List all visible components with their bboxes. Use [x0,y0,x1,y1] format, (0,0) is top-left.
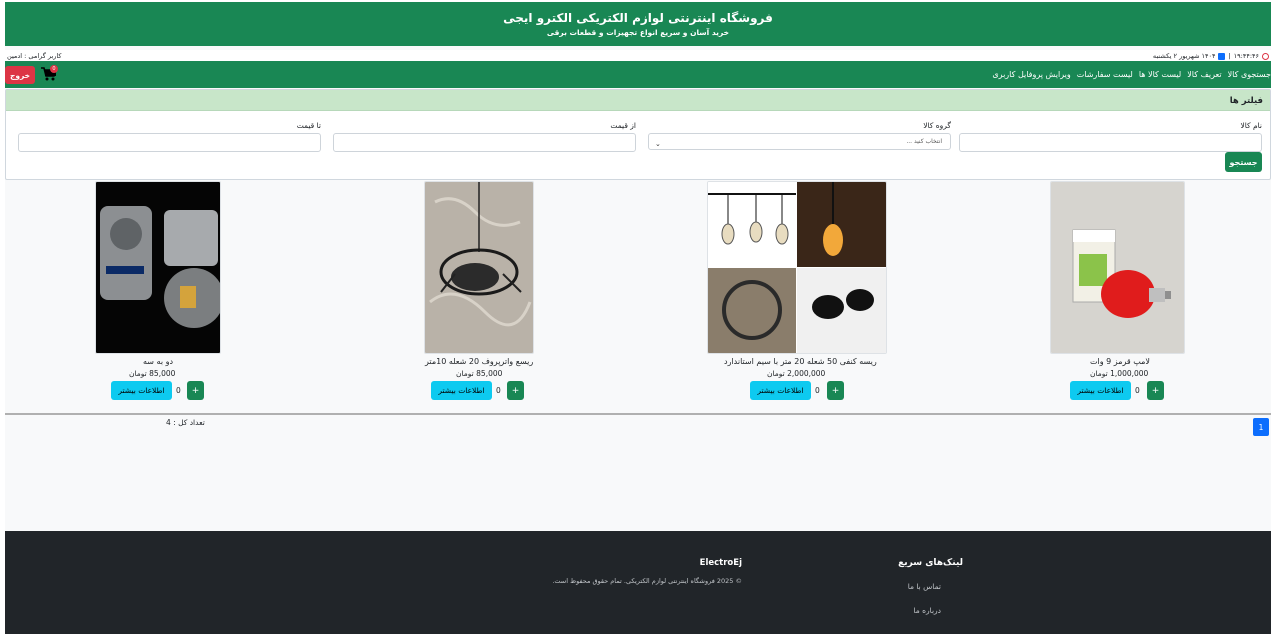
nav-item-edit-profile[interactable]: ویرایش پروفایل کاربری [992,70,1070,79]
product-name: ریسع واترپروف 20 شعله 10متر [425,357,534,366]
footer-link-contact[interactable]: تماس با ما [908,582,941,591]
more-info-button[interactable]: اطلاعات بیشتر [111,381,172,400]
to-price-label: تا قیمت [296,121,321,130]
product-group-selected: انتخاب کنید ... [906,138,942,145]
calendar-icon [1218,52,1226,60]
from-price-input[interactable] [333,133,636,152]
product-name-input[interactable] [959,133,1262,152]
product-quantity: 0 [1135,386,1140,395]
quick-links-title: لینک‌های سریع [898,558,963,568]
nav-item-product-list[interactable]: لیست کالا ها [1139,70,1181,79]
product-quantity: 0 [496,386,501,395]
product-name: ریسه کنفی 50 شعله 20 متر با سیم استاندار… [724,357,877,366]
nav-menu: جستجوی کالا تعریف کالا لیست کالا ها لیست… [992,70,1271,79]
site-footer: لینک‌های سریع تماس با ما درباره ما Elect… [5,531,1271,634]
filters-header: فیلتر ها [6,90,1270,111]
site-banner: فروشگاه اینترنتی لوازم الکتریکی الکترو ا… [5,2,1271,46]
cart-button[interactable]: 0 [39,65,58,83]
product-price: 2,000,000 تومان [767,369,826,378]
product-image-string-lights[interactable] [707,181,887,354]
more-info-button[interactable]: اطلاعات بیشتر [431,381,492,400]
product-group-label: گروه کالا [923,121,951,130]
add-to-cart-button[interactable]: + [827,381,844,400]
clock-icon [1262,52,1269,60]
add-to-cart-button[interactable]: + [187,381,204,400]
add-to-cart-button[interactable]: + [1147,381,1164,400]
footer-link-about[interactable]: درباره ما [913,606,941,615]
page: فروشگاه اینترنتی لوازم الکتریکی الکترو ا… [5,2,1271,634]
cart-count-badge: 0 [50,65,58,73]
main-navbar: جستجوی کالا تعریف کالا لیست کالا ها لیست… [5,61,1271,88]
product-quantity: 0 [815,386,820,395]
more-info-button[interactable]: اطلاعات بیشتر [750,381,811,400]
product-image-waterproof-string[interactable] [424,181,534,354]
nav-item-search-products[interactable]: جستجوی کالا [1228,70,1271,79]
add-to-cart-button[interactable]: + [507,381,524,400]
product-image-adapter[interactable] [95,181,221,354]
footer-brand: ElectroEj [699,558,742,568]
site-title: فروشگاه اینترنتی لوازم الکتریکی الکترو ا… [503,11,773,25]
product-quantity: 0 [176,386,181,395]
content-spacer [5,415,1271,531]
nav-item-define-product[interactable]: تعریف کالا [1187,70,1221,79]
search-button[interactable]: جستجو [1225,152,1262,172]
product-price: 85,000 تومان [129,369,176,378]
product-name-label: نام کالا [1240,121,1262,130]
product-image-red-bulb[interactable] [1050,181,1185,354]
product-name: لامپ قرمز 9 وات [1090,357,1150,366]
chevron-down-icon: ⌄ [655,140,661,148]
to-price-input[interactable] [18,133,321,152]
current-time: ۱۹:۴۴:۴۶ [1233,52,1259,60]
more-info-button[interactable]: اطلاعات بیشتر [1070,381,1131,400]
from-price-label: از قیمت [610,121,636,130]
separator: | [1228,52,1231,60]
site-subtitle: خرید آسان و سریع انواع تجهیزات و قطعات ب… [546,28,730,37]
current-date: ۱۴۰۴ شهریور ۲ یکشنبه [1152,52,1216,60]
product-price: 85,000 تومان [456,369,503,378]
product-name: دو به سه [143,357,174,366]
filters-panel: فیلتر ها نام کالا گروه کالا انتخاب کنید … [5,89,1271,180]
logout-button[interactable]: خروج [5,66,35,84]
product-price: 1,000,000 تومان [1090,369,1149,378]
datetime-info: ۱۹:۴۴:۴۶ | ۱۴۰۴ شهریور ۲ یکشنبه [1153,52,1269,60]
nav-item-orders-list[interactable]: لیست سفارشات [1077,70,1133,79]
pagination-page-1[interactable]: 1 [1253,418,1269,436]
footer-copyright: © 2025 فروشگاه اینترنتی لوازم الکتریکی. … [552,577,742,585]
product-group-select[interactable]: انتخاب کنید ... ⌄ [648,133,951,150]
user-greeting: کاربر گرامی : ادمین [7,52,62,60]
total-count: تعداد کل : 4 [166,418,205,427]
